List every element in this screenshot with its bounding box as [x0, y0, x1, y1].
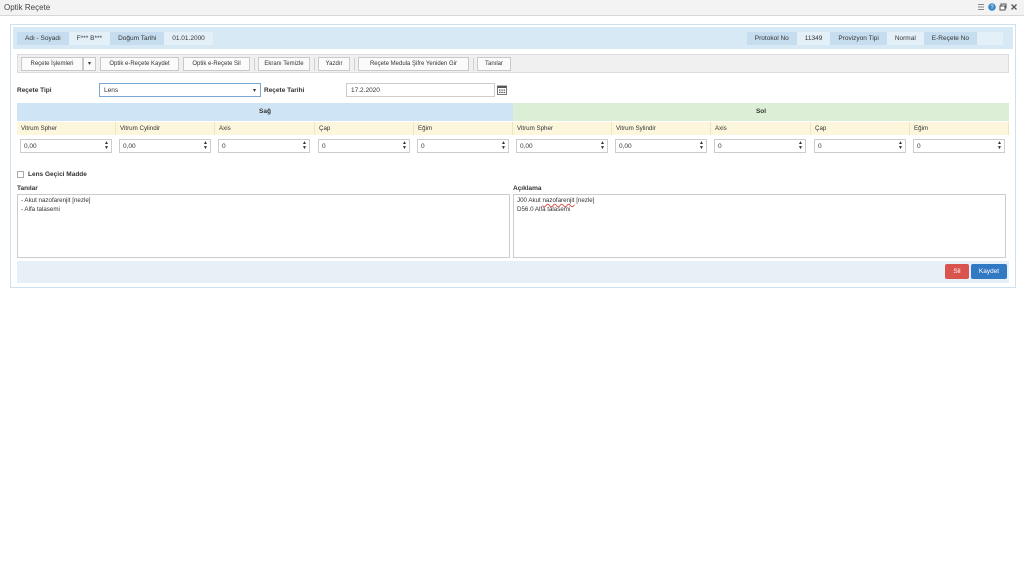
tanilar-textarea[interactable]: - Akut nazofarenjit [nezle] - Alfa talas…	[17, 194, 510, 258]
sag-vitrum-spher-value: 0,00	[24, 143, 37, 150]
protocol-label: Protokol No	[746, 32, 797, 45]
close-icon[interactable]	[1010, 3, 1018, 11]
toolbar-separator	[314, 58, 315, 71]
recete-islemleri-button[interactable]: Reçete İşlemleri	[21, 57, 83, 71]
toolbar-separator	[254, 58, 255, 71]
medula-sifre-button[interactable]: Reçete Medula Şifre Yeniden Gir	[358, 57, 469, 71]
toolbar-separator	[354, 58, 355, 71]
stepper-arrows-icon[interactable]: ▲ ▼	[402, 141, 407, 151]
stepper-arrows-icon[interactable]: ▲ ▼	[798, 141, 803, 151]
stepper-arrows-icon[interactable]: ▲ ▼	[501, 141, 506, 151]
recete-tarihi-label: Reçete Tarihi	[264, 87, 305, 94]
sag-col-vitrum-spher: Vitrum Spher	[17, 122, 116, 135]
sag-header: Sağ	[17, 103, 513, 121]
name-label: Adı - Soyadı	[17, 32, 69, 45]
sag-vitrum-cylindir-value: 0,00	[123, 143, 136, 150]
stepper-arrows-icon[interactable]: ▲ ▼	[600, 141, 605, 151]
sol-vitrum-sylindir-input[interactable]: 0,00 ▲ ▼	[615, 139, 707, 153]
sag-egim-value: 0	[421, 143, 425, 150]
sil-button[interactable]: Sil	[945, 264, 969, 279]
sol-col-vitrum-spher: Vitrum Spher	[513, 122, 612, 135]
erecete-label: E-Reçete No	[923, 32, 977, 45]
aciklama-label: Açıklama	[513, 185, 542, 192]
sag-egim-input[interactable]: 0 ▲ ▼	[417, 139, 509, 153]
dob-value: 01.01.2000	[164, 32, 213, 45]
recete-tipi-select[interactable]: Lens ▾	[99, 83, 261, 97]
aciklama-line: J00 Akut nazofarenjit [nezle]	[517, 197, 1002, 206]
kaydet-button[interactable]: Kaydet	[971, 264, 1007, 279]
name-value: F*** B***	[68, 32, 111, 45]
tanilar-button[interactable]: Tanılar	[477, 57, 511, 71]
sol-vitrum-spher-value: 0,00	[520, 143, 533, 150]
tanilar-label: Tanılar	[17, 185, 38, 192]
recete-tipi-value: Lens	[104, 87, 119, 94]
aciklama-textarea[interactable]: J00 Akut nazofarenjit [nezle] D56.0 Alfa…	[513, 194, 1006, 258]
sag-col-vitrum-cylindir: Vitrum Cylindir	[116, 122, 215, 135]
sol-header: Sol	[513, 103, 1009, 121]
stepper-arrows-icon[interactable]: ▲ ▼	[203, 141, 208, 151]
sag-col-axis: Axis	[215, 122, 315, 135]
optik-erecete-kaydet-button[interactable]: Optik e-Reçete Kaydet	[100, 57, 179, 71]
optik-erecete-sil-button[interactable]: Optik e-Reçete Sil	[183, 57, 250, 71]
provision-label: Provizyon Tipi	[830, 32, 887, 45]
restore-icon[interactable]	[999, 3, 1007, 11]
window-titlebar: Optik Reçete ?	[0, 0, 1024, 16]
sol-axis-input[interactable]: 0 ▲ ▼	[714, 139, 806, 153]
stepper-arrows-icon[interactable]: ▲ ▼	[898, 141, 903, 151]
tanilar-line: - Akut nazofarenjit [nezle]	[21, 197, 91, 204]
sol-col-vitrum-sylindir: Vitrum Sylindir	[612, 122, 711, 135]
help-icon[interactable]: ?	[988, 3, 996, 11]
aciklama-text: J00 Akut	[517, 197, 543, 204]
aciklama-text: [nezle]	[574, 197, 595, 204]
tanilar-line: - Alfa talasemi	[21, 205, 60, 213]
sag-axis-input[interactable]: 0 ▲ ▼	[218, 139, 310, 153]
window-title: Optik Reçete	[4, 3, 51, 12]
footer-bar	[17, 261, 1009, 283]
sol-egim-value: 0	[917, 143, 921, 150]
stepper-arrows-icon[interactable]: ▲ ▼	[699, 141, 704, 151]
sag-cap-input[interactable]: 0 ▲ ▼	[318, 139, 410, 153]
sol-vitrum-spher-input[interactable]: 0,00 ▲ ▼	[516, 139, 608, 153]
calendar-icon[interactable]	[497, 85, 507, 95]
window-controls: ?	[977, 3, 1018, 11]
sol-vitrum-sylindir-value: 0,00	[619, 143, 632, 150]
recete-tipi-label: Reçete Tipi	[17, 87, 52, 94]
lens-gecici-madde-checkbox[interactable]: Lens Geçici Madde	[17, 171, 87, 178]
toolbar-separator	[473, 58, 474, 71]
ekrani-temizle-button[interactable]: Ekranı Temizle	[258, 57, 310, 71]
sag-col-cap: Çap	[315, 122, 414, 135]
toolbar: Reçete İşlemleri ▾ Optik e-Reçete Kaydet…	[17, 54, 1009, 73]
aciklama-line: D56.0 Alfa talasemi	[517, 205, 571, 213]
stepper-arrows-icon[interactable]: ▲ ▼	[104, 141, 109, 151]
recete-panel: Adı - Soyadı F*** B*** Doğum Tarihi 01.0…	[10, 24, 1016, 288]
sag-axis-value: 0	[222, 143, 226, 150]
sol-col-egim: Eğim	[910, 122, 1009, 135]
sol-egim-input[interactable]: 0 ▲ ▼	[913, 139, 1005, 153]
recete-islemleri-dropdown[interactable]: ▾	[83, 57, 96, 71]
aciklama-misspelled-word: nazofarenjit	[542, 197, 575, 204]
protocol-value: 11349	[796, 32, 831, 45]
sag-vitrum-cylindir-input[interactable]: 0,00 ▲ ▼	[119, 139, 211, 153]
lens-gecici-madde-label: Lens Geçici Madde	[28, 171, 87, 178]
chevron-down-icon: ▾	[252, 88, 256, 94]
stepper-arrows-icon[interactable]: ▲ ▼	[997, 141, 1002, 151]
list-icon[interactable]	[977, 3, 985, 11]
dob-label: Doğum Tarihi	[110, 32, 165, 45]
recete-tarihi-input[interactable]: 17.2.2020	[346, 83, 495, 97]
patient-info-bar: Adı - Soyadı F*** B*** Doğum Tarihi 01.0…	[13, 27, 1013, 49]
checkbox-box[interactable]	[17, 171, 24, 178]
erecete-value	[977, 32, 1003, 45]
sol-cap-input[interactable]: 0 ▲ ▼	[814, 139, 906, 153]
sol-col-axis: Axis	[711, 122, 811, 135]
stepper-arrows-icon[interactable]: ▲ ▼	[302, 141, 307, 151]
sag-col-egim: Eğim	[414, 122, 513, 135]
sag-vitrum-spher-input[interactable]: 0,00 ▲ ▼	[20, 139, 112, 153]
yazdir-button[interactable]: Yazdır	[318, 57, 350, 71]
sol-axis-value: 0	[718, 143, 722, 150]
sol-col-cap: Çap	[811, 122, 910, 135]
provision-value: Normal	[886, 32, 924, 45]
sag-cap-value: 0	[322, 143, 326, 150]
sol-cap-value: 0	[818, 143, 822, 150]
